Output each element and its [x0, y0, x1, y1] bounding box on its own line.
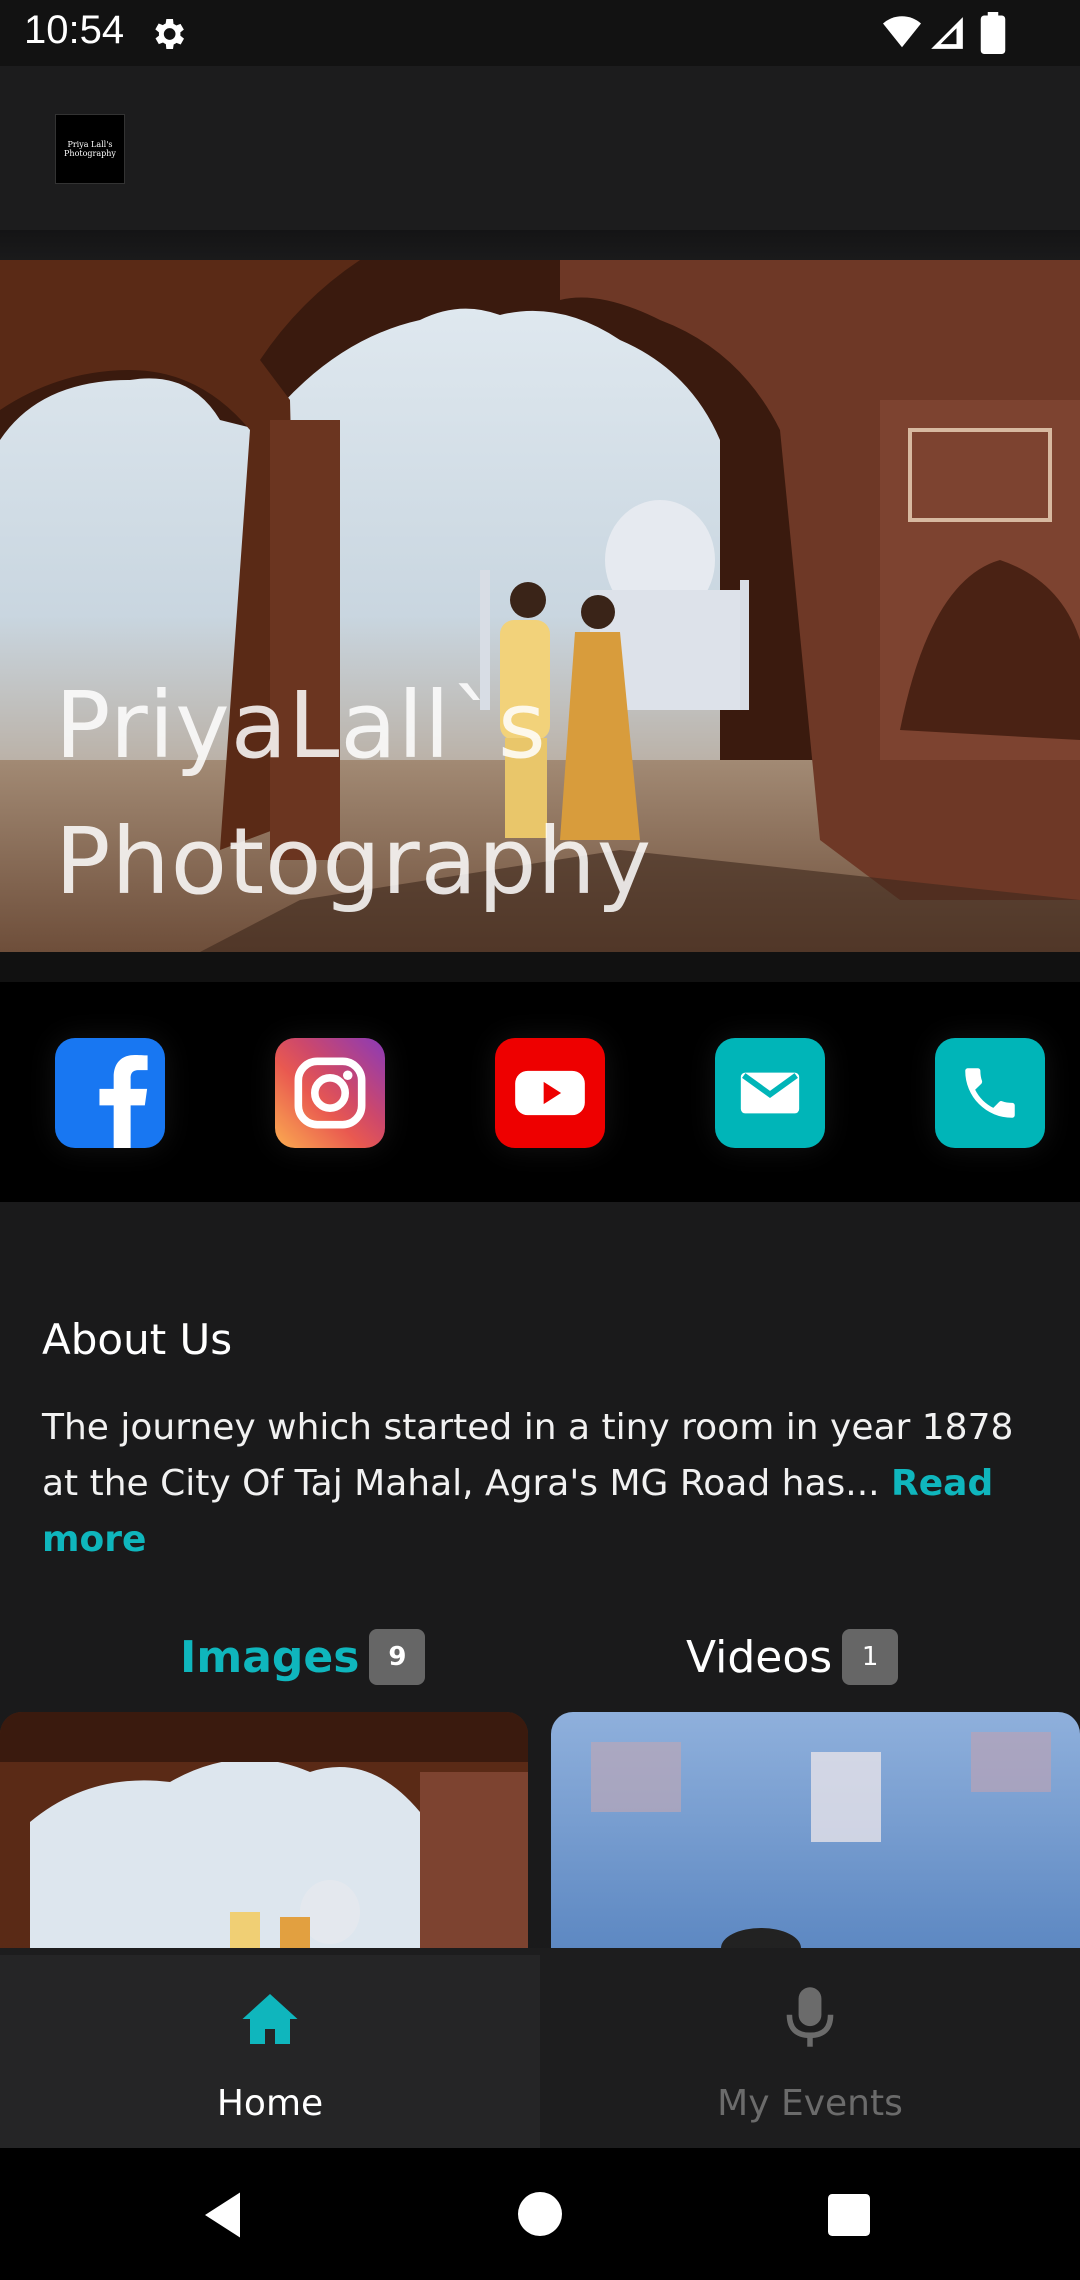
app-logo[interactable]: Priya Lall's Photography: [55, 114, 125, 184]
nav-home-label: Home: [216, 2083, 324, 2124]
instagram-button[interactable]: [275, 1038, 385, 1148]
video-thumbnail: [551, 1712, 1080, 1948]
nav-my-events-label: My Events: [717, 2083, 903, 2124]
tab-images[interactable]: Images 9: [180, 1622, 426, 1692]
status-time: 10:54: [24, 8, 125, 52]
home-icon: [242, 1994, 298, 2044]
hero-title-line2: Photography: [55, 808, 653, 915]
hero-title-line1: PriyaLall`s: [55, 672, 547, 779]
home-circle-icon[interactable]: [518, 2192, 562, 2236]
youtube-button[interactable]: [495, 1038, 605, 1148]
tab-videos-label: Videos: [686, 1631, 833, 1683]
email-icon: [740, 1072, 800, 1114]
nav-my-events[interactable]: My Events: [540, 1955, 1080, 2148]
back-icon[interactable]: [200, 2190, 250, 2240]
tab-videos[interactable]: Videos 1: [686, 1622, 899, 1692]
video-card[interactable]: [551, 1712, 1080, 1948]
about-body: The journey which started in a tiny room…: [42, 1407, 1014, 1504]
wifi-icon: [883, 16, 921, 48]
app-bar: [0, 66, 1080, 230]
recents-icon[interactable]: [828, 2194, 870, 2236]
tab-images-label: Images: [180, 1631, 360, 1683]
microphone-icon: [786, 1987, 834, 2047]
hero-divider: [0, 952, 1080, 982]
videos-count-badge: 1: [842, 1629, 899, 1685]
logo-text-line1: Priya Lall's: [67, 140, 113, 149]
logo-text-line2: Photography: [64, 149, 116, 158]
image-thumbnail: [0, 1712, 528, 1948]
image-card[interactable]: [0, 1712, 528, 1948]
signal-icon: [931, 17, 963, 49]
email-button[interactable]: [715, 1038, 825, 1148]
instagram-icon: [294, 1057, 366, 1129]
app-bar-shadow: [0, 230, 1080, 260]
gear-icon: [155, 19, 184, 49]
youtube-icon: [515, 1070, 585, 1116]
phone-icon: [965, 1068, 1015, 1118]
facebook-button[interactable]: [55, 1038, 165, 1148]
nav-home[interactable]: Home: [0, 1955, 540, 2148]
about-title: About Us: [42, 1315, 233, 1364]
phone-button[interactable]: [935, 1038, 1045, 1148]
images-count-badge: 9: [369, 1629, 426, 1685]
battery-icon: [980, 12, 1006, 54]
about-text: The journey which started in a tiny room…: [42, 1400, 1042, 1568]
facebook-icon: [99, 1054, 148, 1148]
